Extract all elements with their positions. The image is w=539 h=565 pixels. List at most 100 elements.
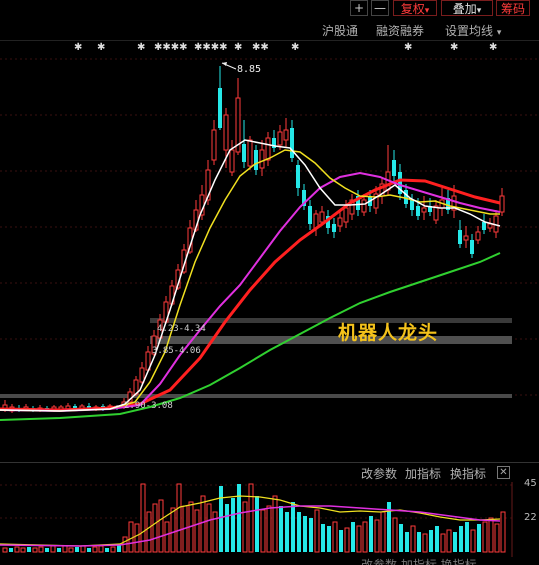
volume-chart[interactable] <box>0 482 539 557</box>
ma30-line <box>0 178 501 412</box>
volume-bar <box>477 524 481 552</box>
chip-zone-band <box>150 336 512 344</box>
volume-bar <box>435 526 439 552</box>
switch-indicator-button[interactable]: 换指标 <box>450 465 486 482</box>
volume-bar <box>206 503 212 553</box>
candle-body <box>463 235 469 241</box>
close-icon[interactable]: ✕ <box>497 466 510 479</box>
high-marker-arrow <box>221 62 237 70</box>
candle-body <box>499 195 505 213</box>
chip-zone-label: 3.85-4.06 <box>152 346 201 356</box>
high-price-label: 8.85 <box>237 64 262 75</box>
volume-bar <box>158 499 164 553</box>
candle-body <box>482 222 486 230</box>
volume-bar <box>260 509 266 553</box>
volume-bar <box>399 524 403 552</box>
volume-bar <box>176 483 182 553</box>
volume-bar <box>32 547 38 553</box>
volume-bar <box>62 545 68 553</box>
volume-bar <box>488 517 494 553</box>
volume-bar <box>494 523 500 553</box>
candle-body <box>332 224 336 232</box>
candle-body <box>404 190 408 204</box>
volume-bar <box>50 545 56 553</box>
volume-tick-label: 45 <box>524 478 537 489</box>
candle-body <box>361 199 367 213</box>
candle-body <box>475 231 481 241</box>
volume-bar <box>482 521 488 553</box>
volume-bar <box>470 529 476 553</box>
candle-body <box>247 139 253 167</box>
volume-bar <box>266 505 272 553</box>
volume-bar <box>152 503 158 553</box>
change-params-button[interactable]: 改参数 <box>361 465 397 482</box>
candle-body <box>254 150 258 170</box>
volume-bars <box>2 483 506 553</box>
volume-bar <box>344 527 350 553</box>
candle-body <box>229 149 235 173</box>
candle-body <box>337 217 343 227</box>
volume-bar <box>117 545 121 552</box>
candle-body <box>487 223 493 229</box>
annotation-banner: 机器人龙头 <box>338 322 439 344</box>
candle-body <box>416 206 420 216</box>
volume-tick-label: 22 <box>524 512 537 523</box>
candle-body <box>277 131 283 146</box>
volume-bar <box>459 526 463 552</box>
volume-bar <box>164 521 170 553</box>
candle-body <box>308 206 312 224</box>
volume-bar <box>225 504 229 552</box>
candle-body <box>259 149 265 169</box>
next-panel-label: 改参数 加指标 换指标 <box>361 558 477 565</box>
volume-bar <box>279 506 283 552</box>
volume-bar <box>237 484 241 552</box>
volume-bar <box>194 509 200 553</box>
volume-bar <box>297 512 301 552</box>
volume-bar <box>369 516 373 552</box>
volume-bar <box>285 512 289 552</box>
volume-bar <box>80 545 86 553</box>
volume-bar <box>500 511 506 553</box>
volume-bar <box>75 547 79 552</box>
volume-bar <box>248 483 254 553</box>
volume-bar <box>105 548 109 552</box>
volume-bar <box>446 529 452 553</box>
candle-body <box>242 144 246 162</box>
candle-body <box>283 129 289 141</box>
next-panel-header: 改参数 加指标 换指标 <box>0 557 539 565</box>
volume-bar <box>170 507 176 553</box>
volume-bar <box>231 498 235 552</box>
volume-bar <box>440 533 446 553</box>
volume-bar <box>429 530 433 552</box>
volume-bar <box>339 530 343 552</box>
chip-zone-label: 4.23-4.34 <box>157 324 206 334</box>
volume-bar <box>98 545 104 553</box>
volume-bar <box>309 518 313 552</box>
volume-bar <box>9 548 13 552</box>
volume-bar <box>242 501 248 553</box>
volume-bar <box>417 532 421 552</box>
candle-body <box>392 160 396 176</box>
candle-body <box>211 129 217 161</box>
candle-body <box>73 406 77 408</box>
volume-bar <box>134 523 140 553</box>
candle-body <box>296 165 300 188</box>
chip-zone-label: 2.90-3.08 <box>124 401 173 411</box>
volume-bar <box>38 546 44 553</box>
volume-bar <box>128 521 134 553</box>
candle-body <box>139 367 145 383</box>
chip-zone-band <box>0 394 512 398</box>
volume-bar <box>110 546 116 553</box>
volume-bar <box>380 511 386 553</box>
indicator-toolbar: 改参数 加指标 换指标 ✕ <box>0 462 539 483</box>
add-indicator-button[interactable]: 加指标 <box>405 465 441 482</box>
volume-bar <box>314 509 320 553</box>
candle-body <box>319 211 325 223</box>
candle-body <box>421 207 427 213</box>
volume-bar <box>2 547 8 553</box>
volume-bar <box>27 547 31 552</box>
volume-bar <box>219 486 223 552</box>
chip-zone-band <box>150 318 512 323</box>
candle-body <box>223 114 229 151</box>
volume-bar <box>410 525 416 553</box>
